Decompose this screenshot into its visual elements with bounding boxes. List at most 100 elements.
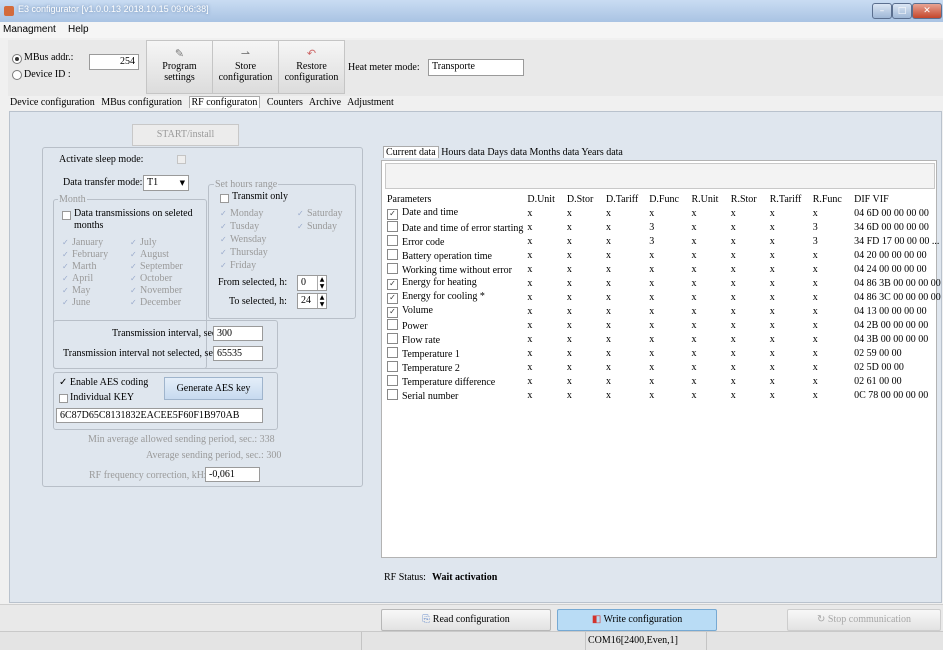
table-cell[interactable]: x xyxy=(563,318,602,332)
table-cell[interactable]: x xyxy=(523,318,563,332)
parameter-checkbox[interactable] xyxy=(387,332,398,344)
month-item-check-icon[interactable]: ✓ xyxy=(130,262,137,271)
table-cell[interactable]: x xyxy=(523,234,563,248)
tab-archive[interactable]: Archive xyxy=(309,97,341,108)
table-cell[interactable]: x xyxy=(766,234,809,248)
table-cell[interactable]: x xyxy=(687,318,726,332)
aes-key-input[interactable]: 6C87D65C8131832EACEE5F60F1B970AB xyxy=(56,408,263,423)
dif-vif-cell[interactable]: 04 24 00 00 00 00 xyxy=(850,262,943,276)
table-cell[interactable]: x xyxy=(602,332,645,346)
table-cell[interactable]: x xyxy=(687,388,726,402)
table-cell[interactable]: x xyxy=(645,374,687,388)
table-cell[interactable]: x xyxy=(809,360,850,374)
table-cell[interactable]: x xyxy=(523,360,563,374)
table-cell[interactable]: x xyxy=(687,290,726,304)
parameter-checkbox[interactable] xyxy=(387,388,398,400)
month-item-check-icon[interactable]: ✓ xyxy=(130,298,137,307)
tab-years-data[interactable]: Years data xyxy=(581,147,622,158)
table-cell[interactable]: x xyxy=(766,220,809,234)
close-button[interactable]: ✕ xyxy=(912,3,942,19)
parameter-checkbox[interactable] xyxy=(387,360,398,372)
sleep-mode-checkbox[interactable] xyxy=(177,155,186,164)
table-cell[interactable]: x xyxy=(645,332,687,346)
table-cell[interactable]: x xyxy=(645,304,687,318)
table-cell[interactable]: 3 xyxy=(809,220,850,234)
table-cell[interactable]: x xyxy=(766,374,809,388)
table-cell[interactable]: x xyxy=(766,332,809,346)
table-cell[interactable]: x xyxy=(563,220,602,234)
table-cell[interactable]: x xyxy=(645,388,687,402)
day-item-check-icon[interactable]: ✓ xyxy=(220,209,227,218)
individual-key-checkbox[interactable] xyxy=(59,394,68,403)
table-row[interactable]: Battery operation time x x x x x x x x 04 20 00 0… xyxy=(383,248,943,262)
table-cell[interactable]: x xyxy=(645,248,687,262)
table-cell[interactable]: x xyxy=(523,290,563,304)
table-cell[interactable]: x xyxy=(687,206,726,220)
dif-vif-cell[interactable]: 04 20 00 00 00 00 xyxy=(850,248,943,262)
column-header[interactable]: R.Tariff xyxy=(766,192,809,206)
column-header[interactable]: D.Func xyxy=(645,192,687,206)
parameter-checkbox[interactable] xyxy=(387,248,398,260)
column-header[interactable]: R.Unit xyxy=(687,192,726,206)
table-cell[interactable]: x xyxy=(687,360,726,374)
table-cell[interactable]: x xyxy=(727,374,766,388)
month-item-check-icon[interactable]: ✓ xyxy=(62,274,69,283)
table-cell[interactable]: x xyxy=(766,388,809,402)
day-item-check-icon[interactable]: ✓ xyxy=(220,222,227,231)
month-transmission-checkbox[interactable] xyxy=(62,211,71,220)
tab-device-configuration[interactable]: Device configuration xyxy=(10,97,95,108)
table-cell[interactable]: x xyxy=(727,290,766,304)
tab-rf-configuration[interactable]: RF configuraton xyxy=(188,96,261,108)
table-cell[interactable]: x xyxy=(687,276,726,290)
write-configuration-button[interactable]: ◧ Write configuration xyxy=(557,609,717,631)
table-cell[interactable]: x xyxy=(687,374,726,388)
tab-adjustment[interactable]: Adjustment xyxy=(347,97,394,108)
table-cell[interactable]: x xyxy=(645,276,687,290)
from-hour-input[interactable]: 0 ▲ ▼ xyxy=(297,275,327,291)
table-cell[interactable]: x xyxy=(602,290,645,304)
tab-months-data[interactable]: Months data xyxy=(530,147,580,158)
aes-enable-checkbox[interactable]: ✓ Enable AES coding xyxy=(59,377,148,388)
table-cell[interactable]: x xyxy=(766,290,809,304)
column-header[interactable]: R.Func xyxy=(809,192,850,206)
table-cell[interactable]: x xyxy=(727,304,766,318)
month-item-check-icon[interactable]: ✓ xyxy=(62,298,69,307)
table-cell[interactable]: x xyxy=(523,220,563,234)
tab-mbus-configuration[interactable]: MBus configuration xyxy=(101,97,182,108)
table-cell[interactable]: x xyxy=(602,248,645,262)
column-header[interactable]: D.Tariff xyxy=(602,192,645,206)
store-configuration-button[interactable]: ⇀ Store configuration xyxy=(212,40,279,94)
table-cell[interactable]: x xyxy=(809,206,850,220)
day-item-check-icon[interactable]: ✓ xyxy=(220,235,227,244)
to-hour-spinner-icon[interactable]: ▲ ▼ xyxy=(317,294,326,308)
table-cell[interactable]: x xyxy=(602,206,645,220)
tab-current-data[interactable]: Current data xyxy=(383,146,439,158)
table-row[interactable]: Flow rate x x x x x x x x 04 3B 00 00 00 00 xyxy=(383,332,943,346)
table-cell[interactable]: x xyxy=(645,318,687,332)
transmit-only-checkbox[interactable] xyxy=(220,194,229,203)
freq-correction-input[interactable]: -0,061 xyxy=(205,467,260,482)
table-cell[interactable]: x xyxy=(687,248,726,262)
parameter-checkbox[interactable] xyxy=(387,234,398,246)
start-install-button[interactable]: START/install xyxy=(132,124,239,146)
table-cell[interactable]: x xyxy=(809,318,850,332)
table-cell[interactable]: x xyxy=(602,318,645,332)
dif-vif-cell[interactable]: 04 3B 00 00 00 00 xyxy=(850,332,943,346)
table-cell[interactable]: x xyxy=(645,262,687,276)
table-cell[interactable]: x xyxy=(687,220,726,234)
from-hour-spinner-icon[interactable]: ▲ ▼ xyxy=(317,276,326,290)
parameter-checkbox[interactable]: ✓ xyxy=(387,278,398,290)
table-cell[interactable]: x xyxy=(727,360,766,374)
table-cell[interactable]: x xyxy=(523,206,563,220)
table-cell[interactable]: x xyxy=(563,206,602,220)
table-cell[interactable]: x xyxy=(645,206,687,220)
column-header[interactable]: DIF VIF xyxy=(850,192,943,206)
table-row[interactable]: ✓ Energy for cooling * x x x x x x x x 04 86 3C 00… xyxy=(383,290,943,304)
table-cell[interactable]: x xyxy=(727,220,766,234)
table-cell[interactable]: x xyxy=(563,388,602,402)
table-cell[interactable]: x xyxy=(809,374,850,388)
table-cell[interactable]: x xyxy=(645,290,687,304)
month-item-check-icon[interactable]: ✓ xyxy=(62,238,69,247)
table-cell[interactable]: x xyxy=(687,262,726,276)
table-cell[interactable]: x xyxy=(602,374,645,388)
